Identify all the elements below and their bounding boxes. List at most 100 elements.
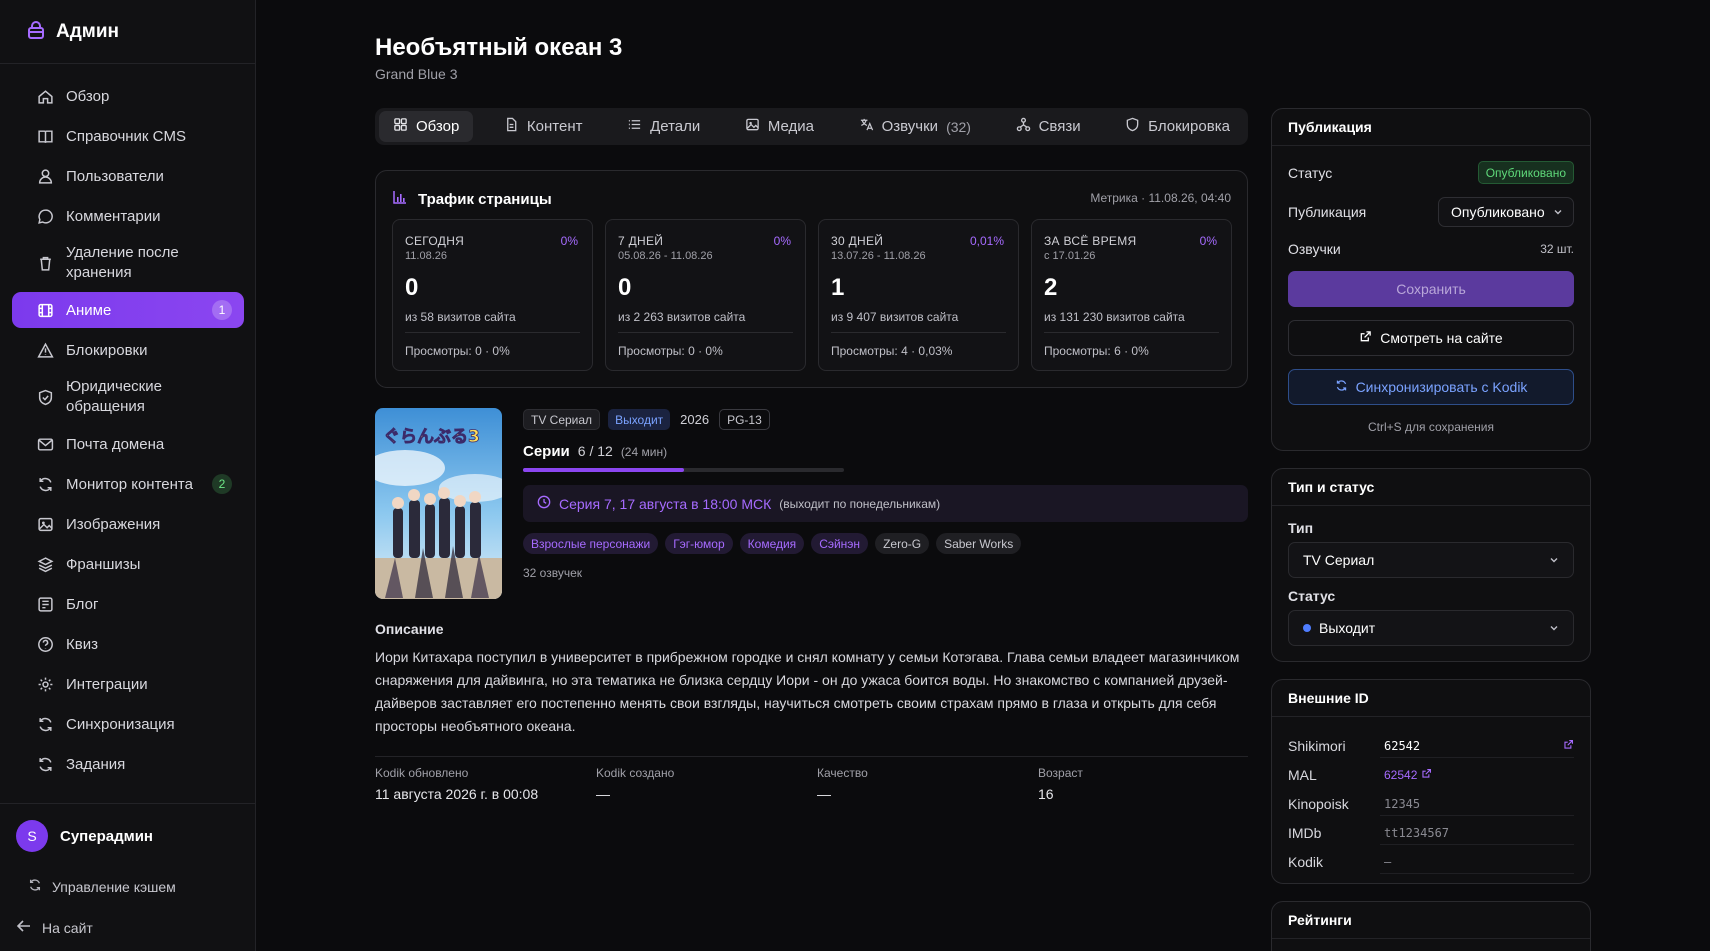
external-id-value: 62542 <box>1384 768 1418 782</box>
external-id-field[interactable]: — <box>1380 850 1574 874</box>
sidebar-item[interactable]: Обзор <box>12 78 244 114</box>
sidebar-footer: S Суперадмин Управление кэшем На сайт <box>0 803 256 951</box>
series-label: Серии <box>523 443 570 460</box>
status-dot <box>1303 624 1311 632</box>
status-badge: Опубликовано <box>1477 161 1574 184</box>
card-subtext: из 2 263 визитов сайта <box>618 310 746 324</box>
anime-chips: TV Сериал Выходит 2026 PG-13 <box>523 409 770 430</box>
sidebar-item[interactable]: Квиз <box>12 626 244 662</box>
external-ids-panel: Внешние ID Shikimori 62542 MAL 62542 Kinopoi… <box>1271 679 1591 884</box>
view-on-site-button[interactable]: Смотреть на сайте <box>1288 320 1574 356</box>
back-to-site-link[interactable]: На сайт <box>16 918 93 937</box>
sidebar-item[interactable]: Блокировки <box>12 332 244 368</box>
help-circle-icon <box>36 635 54 653</box>
sidebar-item[interactable]: Аниме 1 <box>12 292 244 328</box>
sidebar-item[interactable]: Почта домена <box>12 426 244 462</box>
tab-5[interactable]: Озвучки (32) <box>845 111 985 142</box>
save-button[interactable]: Сохранить <box>1288 271 1574 307</box>
external-id-field[interactable]: 12345 <box>1380 792 1574 816</box>
sidebar-item[interactable]: Блог <box>12 586 244 622</box>
meta-field: Качество — <box>817 766 868 802</box>
status-chip: Выходит <box>608 409 671 430</box>
sidebar-item[interactable]: Изображения <box>12 506 244 542</box>
series-progress-fill <box>523 468 684 472</box>
publication-select-value: Опубликовано <box>1451 204 1545 220</box>
sidebar-item-badge: 2 <box>212 474 232 494</box>
sidebar-item[interactable]: Задания <box>12 746 244 782</box>
save-hint: Ctrl+S для сохранения <box>1368 420 1494 434</box>
external-link-icon[interactable] <box>1563 739 1574 753</box>
dubs-label: Озвучки <box>1288 241 1341 257</box>
sidebar-item[interactable]: Справочник CMS <box>12 118 244 154</box>
tab-6[interactable]: Связи <box>1002 111 1095 142</box>
ratings-title: Рейтинги <box>1272 902 1590 939</box>
meta-value: 16 <box>1038 786 1054 802</box>
type-select[interactable]: TV Сериал <box>1288 542 1574 578</box>
card-value: 0 <box>618 274 632 301</box>
external-id-field[interactable]: 62542 <box>1380 734 1574 758</box>
publication-select[interactable]: Опубликовано <box>1438 197 1574 227</box>
sidebar-item[interactable]: Франшизы <box>12 546 244 582</box>
genre-tag[interactable]: Сэйнэн <box>811 533 869 554</box>
tab-3[interactable]: Детали <box>613 111 714 142</box>
meta-label: Kodik обновлено <box>375 766 469 780</box>
type-select-value: TV Сериал <box>1303 552 1375 568</box>
traffic-card: 30 ДНЕЙ 0,01% 13.07.26 - 11.08.26 1 из 9 407… <box>818 219 1019 371</box>
genre-tag[interactable]: Комедия <box>739 533 805 554</box>
card-title: 7 ДНЕЙ <box>618 234 664 248</box>
meta-value: — <box>596 786 610 802</box>
genre-tag[interactable]: Взрослые персонажи <box>523 533 659 554</box>
sidebar-item[interactable]: Удаление после хранения <box>12 238 244 288</box>
external-id-field[interactable]: tt1234567 <box>1380 821 1574 845</box>
network-icon <box>1016 117 1031 136</box>
genre-tag[interactable]: Zero-G <box>875 533 930 554</box>
tab-1[interactable]: Обзор <box>379 111 474 142</box>
sync-icon <box>1335 379 1348 395</box>
sidebar-item[interactable]: Комментарии <box>12 198 244 234</box>
sidebar-item[interactable]: Монитор контента 2 <box>12 466 244 502</box>
dubs-value: 32 шт. <box>1540 242 1574 256</box>
mail-icon <box>36 435 54 453</box>
card-subtext: из 131 230 визитов сайта <box>1044 310 1185 324</box>
card-percent: 0% <box>773 234 791 248</box>
status-label: Статус <box>1288 164 1333 181</box>
sidebar-item-label: Блокировки <box>66 341 148 359</box>
tab-label: Медиа <box>767 118 815 135</box>
sidebar-nav: Обзор Справочник CMS Пользователи Комментар… <box>0 64 255 782</box>
card-divider <box>1044 332 1219 333</box>
tab-2[interactable]: Контент <box>490 111 597 142</box>
tab-4[interactable]: Медиа <box>731 111 828 142</box>
external-id-row: Shikimori 62542 <box>1288 732 1574 760</box>
poster-logo-text: ぐらんぶる3 <box>383 427 480 447</box>
sidebar-item-label: Интеграции <box>66 675 148 693</box>
sidebar-item[interactable]: Юридические обращения <box>12 372 244 422</box>
user-menu[interactable]: S Суперадмин <box>0 804 256 852</box>
card-views: Просмотры: 0 · 0% <box>618 344 723 358</box>
genre-tag[interactable]: Saber Works <box>936 533 1022 554</box>
refresh-icon <box>28 878 42 895</box>
sidebar-item[interactable]: Синхронизация <box>12 706 244 742</box>
layers-icon <box>36 555 54 573</box>
type-chip: TV Сериал <box>523 409 601 430</box>
cache-link-label: Управление кэшем <box>52 878 176 895</box>
genre-tag[interactable]: Гэг-юмор <box>665 533 733 554</box>
type-label: Тип <box>1288 520 1314 536</box>
cache-link[interactable]: Управление кэшем <box>28 878 176 895</box>
external-id-link[interactable]: 62542 <box>1380 763 1574 787</box>
traffic-card: СЕГОДНЯ 0% 11.08.26 0 из 58 визитов сайта Про… <box>392 219 593 371</box>
tab-7[interactable]: Блокировка <box>1111 111 1244 142</box>
brand[interactable]: Админ <box>0 0 255 64</box>
lock-icon <box>26 20 46 43</box>
card-value: 1 <box>831 274 845 301</box>
series-duration: (24 мин) <box>620 445 668 459</box>
sidebar-item[interactable]: Интеграции <box>12 666 244 702</box>
card-subtext: из 58 визитов сайта <box>405 310 516 324</box>
meta-label: Возраст <box>1038 766 1083 780</box>
tab-label: Связи <box>1038 118 1081 135</box>
sidebar-item-label: Франшизы <box>66 555 141 573</box>
chevron-down-icon <box>1549 620 1559 636</box>
sync-kodik-button[interactable]: Синхронизировать с Kodik <box>1288 369 1574 405</box>
status-select[interactable]: Выходит <box>1288 610 1574 646</box>
sidebar-item[interactable]: Пользователи <box>12 158 244 194</box>
clock-icon <box>537 495 551 512</box>
